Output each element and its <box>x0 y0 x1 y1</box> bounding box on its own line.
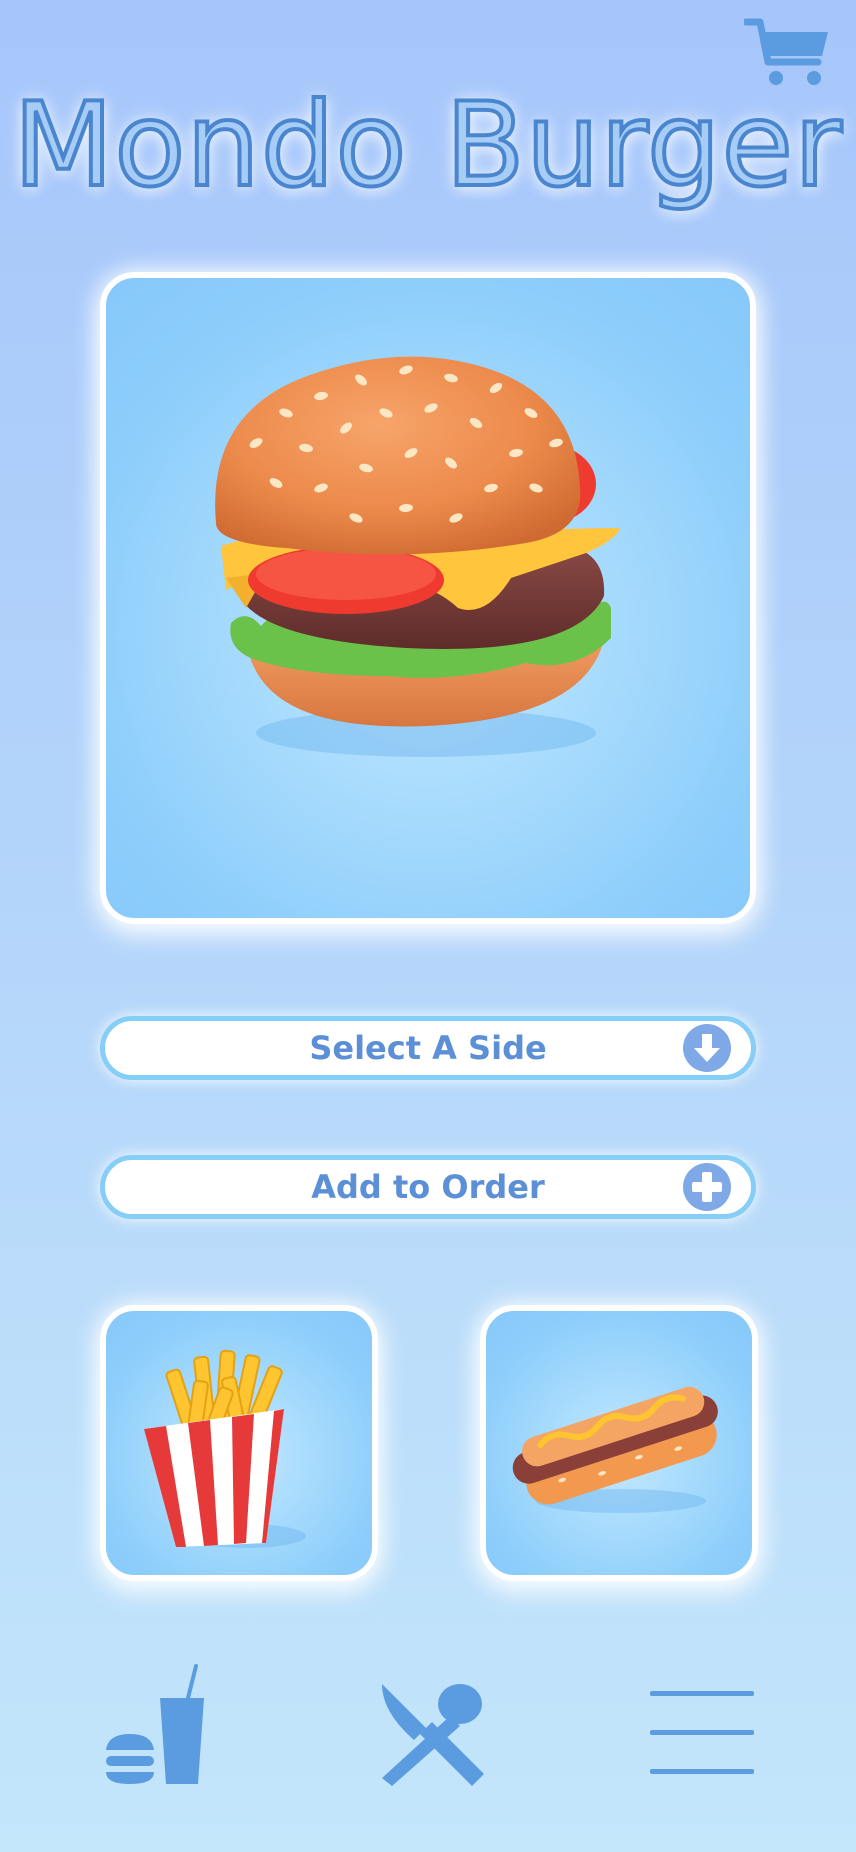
arrow-down-circle-icon <box>683 1024 731 1072</box>
select-side-label: Select A Side <box>309 1029 547 1067</box>
hotdog-image <box>512 1386 718 1513</box>
add-to-order-label: Add to Order <box>311 1168 545 1206</box>
hamburger-menu-icon[interactable] <box>648 1690 756 1776</box>
drinks-burger-icon[interactable] <box>104 1664 208 1788</box>
side-option-hotdog[interactable] <box>480 1305 758 1581</box>
burger-image <box>215 356 620 757</box>
app-title: Mondo Burger <box>11 76 844 215</box>
hero-item-card <box>100 272 756 924</box>
add-to-order-button[interactable]: Add to Order <box>100 1155 756 1219</box>
side-option-fries[interactable] <box>100 1305 378 1581</box>
plus-circle-icon <box>683 1163 731 1211</box>
fork-spoon-icon[interactable] <box>380 1682 486 1786</box>
fries-image <box>144 1349 306 1548</box>
select-side-button[interactable]: Select A Side <box>100 1016 756 1080</box>
